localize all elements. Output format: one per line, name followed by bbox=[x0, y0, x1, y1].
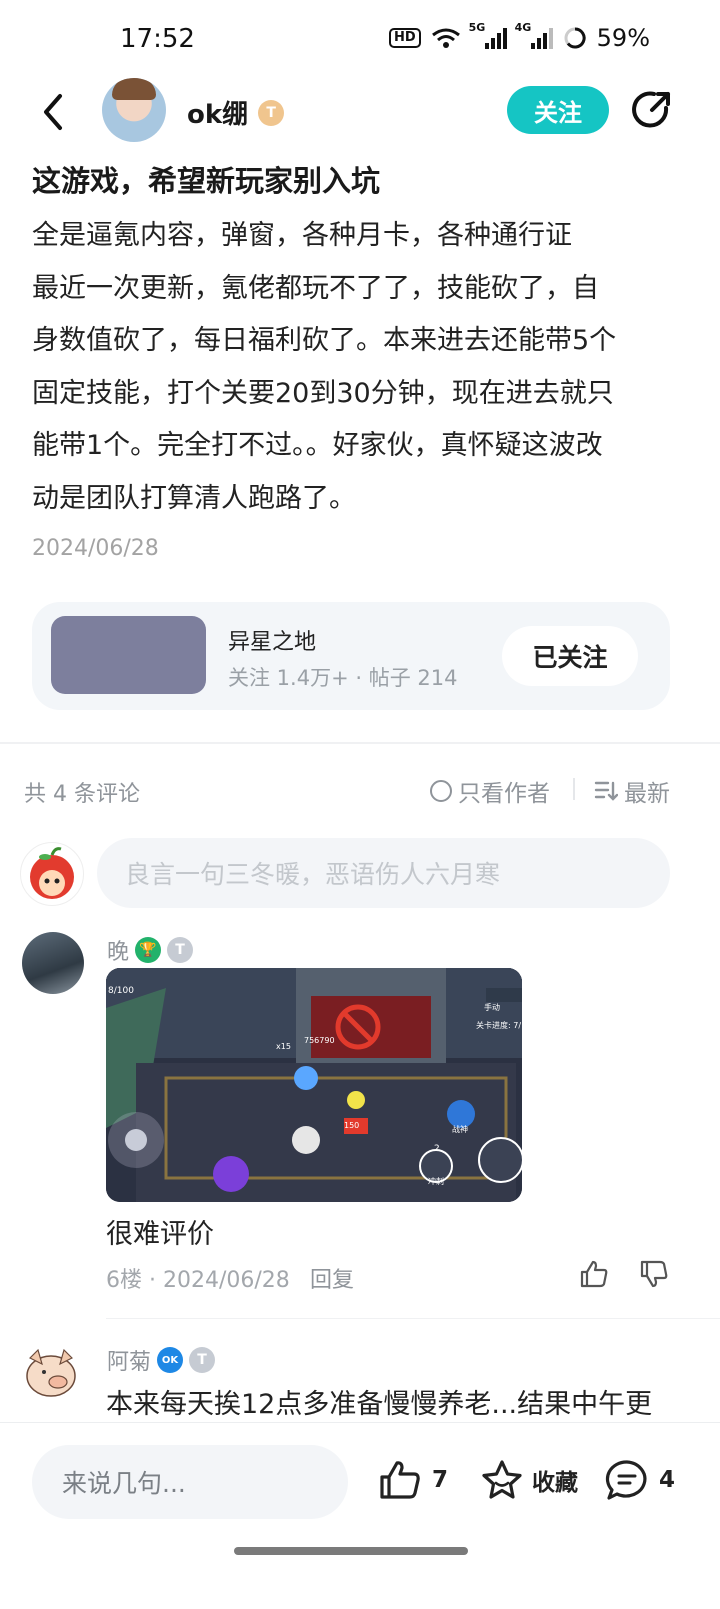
circle-card[interactable]: 异星之地 关注 1.4万+ · 帖子 214 已关注 bbox=[32, 602, 670, 710]
commenter-avatar[interactable] bbox=[20, 1342, 82, 1404]
star-icon bbox=[482, 1460, 522, 1499]
divider bbox=[573, 778, 575, 800]
like-icon[interactable] bbox=[578, 1258, 610, 1290]
sort-label: 最新 bbox=[624, 781, 670, 807]
comment-count-badge: 4 bbox=[659, 1467, 676, 1493]
status-bar: 17:52 HD 5G 4G 59% bbox=[0, 0, 720, 80]
author-name[interactable]: ok绷 T bbox=[187, 94, 285, 131]
divider bbox=[106, 1318, 720, 1319]
level-badge-icon: T bbox=[189, 1347, 216, 1373]
sort-icon bbox=[594, 781, 618, 801]
comment-image[interactable]: 8/100 x15 756790 150 手动 关卡进度: 7/ 战神 2 冲刺 bbox=[106, 968, 522, 1202]
post-line: 最近一次更新，氪佬都玩不了了，技能砍了，自 bbox=[32, 272, 599, 304]
author-only-toggle[interactable]: 只看作者 bbox=[430, 774, 550, 808]
commenter-avatar[interactable] bbox=[22, 932, 84, 994]
hud-lives: x15 bbox=[276, 1042, 291, 1051]
status-time: 17:52 bbox=[120, 24, 195, 54]
trophy-icon: 🏆 bbox=[135, 937, 162, 963]
post-date: 2024/06/28 bbox=[32, 536, 159, 561]
comment-text: 本来每天挨12点多准备慢慢养老...结果中午更 bbox=[106, 1389, 653, 1416]
hud-stage: 关卡进度: 7/ bbox=[476, 1021, 522, 1030]
author-avatar[interactable] bbox=[102, 78, 166, 142]
follow-button[interactable]: 关注 bbox=[507, 86, 609, 134]
author-only-label: 只看作者 bbox=[458, 781, 550, 807]
hud-damage: 150 bbox=[344, 1121, 360, 1130]
my-avatar bbox=[20, 842, 84, 906]
hd-icon: HD bbox=[388, 28, 421, 48]
comment-bubble-icon bbox=[605, 1460, 647, 1500]
pig-avatar-icon bbox=[26, 1348, 76, 1397]
reply-button[interactable]: 回复 bbox=[310, 1262, 354, 1294]
author-name-text: ok绷 bbox=[187, 100, 249, 130]
cartoon-apple-icon bbox=[30, 847, 74, 899]
circle-thumbnail bbox=[51, 616, 206, 694]
bottom-action-bar: 来说几句... 7 收藏 4 bbox=[0, 1422, 720, 1609]
level-badge-icon: T bbox=[167, 937, 194, 963]
circle-stats: 关注 1.4万+ · 帖子 214 bbox=[228, 666, 458, 690]
favorite-button[interactable]: 收藏 bbox=[480, 1459, 578, 1501]
ok-badge-icon: OK bbox=[157, 1347, 184, 1373]
commenter-name[interactable]: 晚 bbox=[107, 934, 129, 966]
post-body: 全是逼氪内容，弹窗，各种月卡，各种通行证 最近一次更新，氪佬都玩不了了，技能砍了… bbox=[32, 210, 682, 525]
hud-hp: 8/100 bbox=[108, 986, 134, 996]
hud-mode: 手动 bbox=[484, 1003, 500, 1012]
circle-followed-button[interactable]: 已关注 bbox=[502, 626, 638, 686]
status-icons: HD 5G 4G 59% bbox=[388, 21, 650, 52]
hud-skill-war: 战神 bbox=[452, 1125, 468, 1134]
hud-score: 756790 bbox=[304, 1036, 335, 1045]
post-title: 这游戏，希望新玩家别入坑 bbox=[32, 164, 381, 198]
comment-count: 共 4 条评论 bbox=[24, 782, 140, 807]
hud-skill-dash: 冲刺 bbox=[428, 1177, 444, 1186]
post-line: 身数值砍了，每日福利砍了。本来进去还能带5个 bbox=[32, 325, 617, 356]
battery-percent: 59% bbox=[596, 24, 650, 52]
game-screenshot bbox=[106, 968, 522, 1202]
post-line: 固定技能，打个关要20到30分钟，现在进去就只 bbox=[32, 377, 614, 409]
comment-input[interactable]: 良言一句三冬暖，恶语伤人六月寒 bbox=[97, 838, 670, 908]
comment-text: 很难评价 bbox=[106, 1219, 214, 1250]
favorite-label: 收藏 bbox=[532, 1470, 578, 1496]
back-icon[interactable] bbox=[34, 92, 74, 132]
thumbs-up-icon bbox=[380, 1461, 420, 1499]
like-button[interactable]: 7 bbox=[378, 1459, 448, 1501]
sort-toggle[interactable]: 最新 bbox=[594, 774, 670, 808]
wifi-icon bbox=[431, 28, 460, 48]
post-line: 全是逼氪内容，弹窗，各种月卡，各种通行证 bbox=[32, 220, 572, 251]
level-badge-icon: T bbox=[258, 99, 285, 126]
signal-5g-icon: 5G bbox=[469, 21, 507, 49]
commenter-name[interactable]: 阿菊 bbox=[107, 1344, 151, 1376]
commenter-name-row: 晚 🏆 T bbox=[107, 934, 194, 966]
home-indicator[interactable] bbox=[234, 1547, 468, 1555]
comment-meta: 6楼 · 2024/06/28 bbox=[106, 1268, 290, 1293]
battery-icon bbox=[564, 27, 586, 49]
circle-name: 异星之地 bbox=[228, 630, 317, 655]
commenter-name-row: 阿菊 OK T bbox=[107, 1344, 216, 1376]
post-line: 动是团队打算清人跑路了。 bbox=[32, 482, 356, 514]
share-icon[interactable] bbox=[630, 88, 674, 132]
comments-button[interactable]: 4 bbox=[605, 1459, 675, 1501]
signal-4g-icon: 4G bbox=[515, 21, 553, 49]
hud-skill-count: 2 bbox=[434, 1144, 440, 1154]
radio-icon bbox=[430, 780, 452, 802]
post-line: 能带1个。完全打不过。。好家伙，真怀疑这波改 bbox=[32, 430, 603, 461]
like-count: 7 bbox=[432, 1467, 449, 1493]
divider bbox=[0, 742, 720, 744]
bottom-comment-input[interactable]: 来说几句... bbox=[32, 1445, 348, 1519]
dislike-icon[interactable] bbox=[638, 1258, 670, 1290]
